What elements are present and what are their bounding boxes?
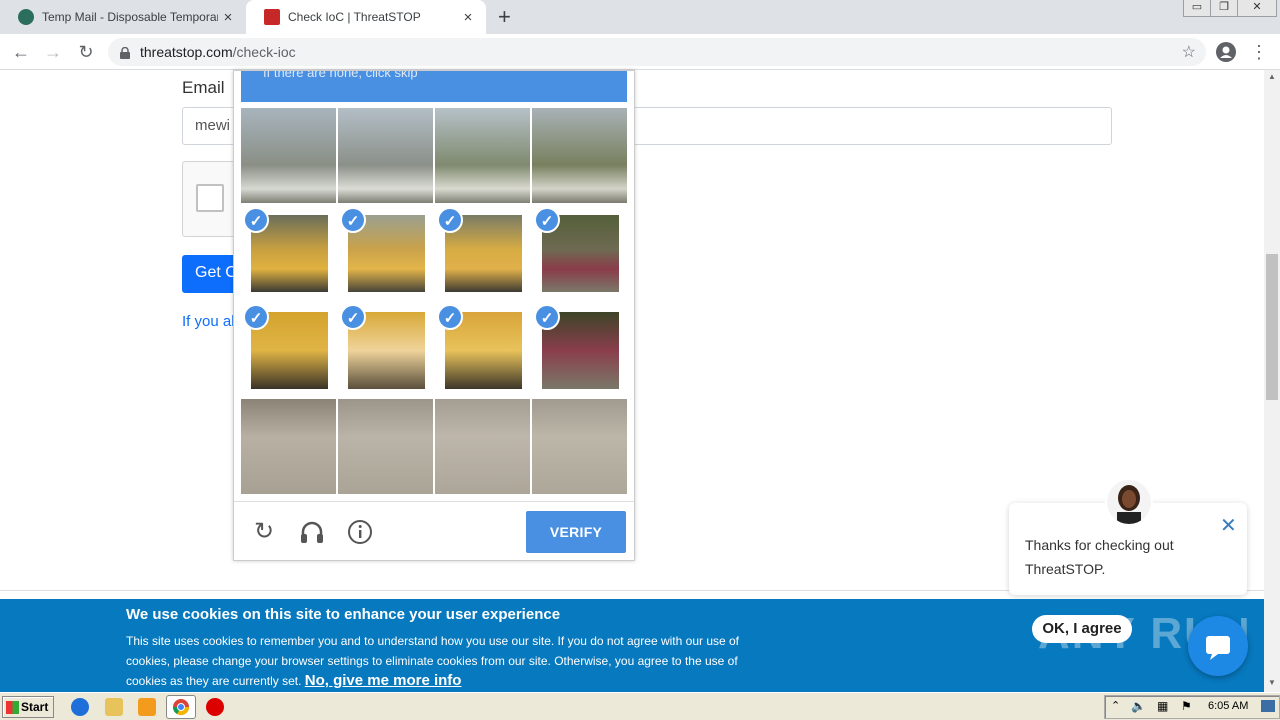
captcha-header: If there are none, click skip: [241, 71, 627, 102]
tab-bar: Temp Mail - Disposable Temporary E × Che…: [0, 0, 1280, 34]
captcha-tile-image: [241, 108, 336, 203]
lock-icon: [120, 46, 130, 59]
media-player-icon[interactable]: [138, 698, 156, 716]
checkmark-icon: ✓: [437, 304, 463, 330]
captcha-tile[interactable]: ✓: [241, 205, 336, 300]
tab-title: Check IoC | ThreatSTOP: [288, 10, 421, 24]
captcha-tile[interactable]: ✓: [435, 205, 530, 300]
tab-threatstop[interactable]: Check IoC | ThreatSTOP ×: [246, 0, 486, 34]
address-bar[interactable]: threatstop.com/check-ioc ☆: [108, 38, 1206, 66]
checkmark-icon: ✓: [340, 207, 366, 233]
captcha-challenge: If there are none, click skip ✓ ✓ ✓ ✓ ✓ ✓ ✓ ✓ ↻…: [233, 70, 635, 561]
windows-logo-icon: [6, 701, 19, 714]
browser-toolbar: ← → ↻ threatstop.com/check-ioc ☆ ⋮: [0, 34, 1280, 70]
captcha-tile[interactable]: [241, 108, 336, 203]
agree-button[interactable]: OK, I agree: [1032, 615, 1132, 643]
captcha-tile[interactable]: [241, 399, 336, 494]
captcha-instruction: If there are none, click skip: [263, 71, 418, 80]
cookie-body: This site uses cookies to remember you a…: [126, 632, 746, 692]
stop-icon[interactable]: [206, 698, 224, 716]
captcha-tile[interactable]: [435, 108, 530, 203]
captcha-tile[interactable]: ✓: [338, 302, 433, 397]
tab-close-icon[interactable]: ×: [218, 9, 238, 26]
checkmark-icon: ✓: [243, 304, 269, 330]
threatstop-icon: [264, 9, 280, 25]
scroll-up-icon[interactable]: ▲: [1264, 70, 1280, 84]
ie-icon[interactable]: [71, 698, 89, 716]
captcha-footer: ↻ VERIFY: [234, 501, 634, 561]
checkmark-icon: ✓: [534, 207, 560, 233]
bookmark-star-icon[interactable]: ☆: [1182, 42, 1196, 62]
verify-button[interactable]: VERIFY: [526, 511, 626, 553]
taskbar: Start ⌃ 🔈 ▦ ⚑ 6:05 AM: [0, 692, 1280, 720]
restore-button[interactable]: ❐: [1210, 0, 1238, 17]
tab-close-icon[interactable]: ×: [458, 9, 478, 26]
tempmail-icon: [18, 9, 34, 25]
back-icon[interactable]: ←: [9, 40, 33, 64]
page-scrollbar[interactable]: ▲ ▼: [1264, 70, 1280, 692]
captcha-tile[interactable]: [532, 108, 627, 203]
reload-icon[interactable]: ↻: [74, 40, 98, 64]
clock: 6:05 AM: [1208, 700, 1249, 712]
start-button[interactable]: Start: [2, 696, 54, 718]
captcha-tile-image: [532, 399, 627, 494]
captcha-tile[interactable]: ✓: [532, 302, 627, 397]
agent-avatar: [1105, 478, 1153, 526]
cookie-banner: We use cookies on this site to enhance y…: [0, 599, 1264, 692]
captcha-tile-image: [435, 399, 530, 494]
start-label: Start: [21, 700, 49, 714]
scroll-down-icon[interactable]: ▼: [1264, 676, 1280, 690]
flag-icon[interactable]: ⚑: [1181, 699, 1192, 713]
system-tray: ⌃ 🔈 ▦ ⚑: [1104, 695, 1280, 719]
captcha-tile-image: [338, 399, 433, 494]
close-window-button[interactable]: ✕: [1237, 0, 1277, 17]
tray-expand-icon[interactable]: ⌃: [1111, 699, 1120, 712]
checkmark-icon: ✓: [340, 304, 366, 330]
new-tab-button[interactable]: +: [498, 4, 511, 30]
tab-title: Temp Mail - Disposable Temporary E: [42, 10, 218, 24]
captcha-tile[interactable]: [532, 399, 627, 494]
profile-icon[interactable]: [1214, 40, 1238, 64]
info-icon[interactable]: [347, 519, 373, 545]
info-link[interactable]: If you al: [182, 313, 235, 330]
tab-temp-mail[interactable]: Temp Mail - Disposable Temporary E ×: [0, 0, 246, 34]
captcha-tile[interactable]: [338, 399, 433, 494]
desktop-icon[interactable]: [1261, 700, 1275, 712]
captcha-tile[interactable]: [338, 108, 433, 203]
captcha-tile-image: [241, 399, 336, 494]
captcha-grid: ✓ ✓ ✓ ✓ ✓ ✓ ✓ ✓: [241, 108, 629, 496]
checkmark-icon: ✓: [243, 207, 269, 233]
captcha-tile[interactable]: ✓: [338, 205, 433, 300]
chrome-taskbar-button[interactable]: [166, 695, 196, 719]
captcha-tile[interactable]: [435, 399, 530, 494]
chat-launcher-button[interactable]: [1188, 616, 1248, 676]
checkmark-icon: ✓: [437, 207, 463, 233]
recaptcha-checkbox[interactable]: [196, 184, 224, 212]
forward-icon[interactable]: →: [41, 40, 65, 64]
captcha-tile[interactable]: ✓: [532, 205, 627, 300]
captcha-tile[interactable]: ✓: [435, 302, 530, 397]
network-icon[interactable]: ▦: [1157, 699, 1168, 713]
menu-kebab-icon[interactable]: ⋮: [1247, 40, 1271, 64]
email-label: Email: [182, 78, 225, 97]
url-domain: threatstop.com: [140, 44, 233, 60]
headphones-icon[interactable]: [299, 519, 325, 545]
close-icon[interactable]: ✕: [1220, 513, 1237, 538]
more-info-link[interactable]: No, give me more info: [305, 672, 462, 689]
captcha-tile-image: [435, 108, 530, 203]
volume-icon[interactable]: 🔈: [1131, 699, 1146, 713]
captcha-tile-image: [532, 108, 627, 203]
minimize-button[interactable]: ▭: [1183, 0, 1211, 17]
folder-icon[interactable]: [105, 698, 123, 716]
refresh-icon[interactable]: ↻: [251, 519, 277, 545]
url-path: /check-ioc: [232, 44, 296, 60]
cookie-title: We use cookies on this site to enhance y…: [126, 606, 561, 623]
captcha-tile-image: [338, 108, 433, 203]
checkmark-icon: ✓: [534, 304, 560, 330]
scroll-thumb[interactable]: [1266, 254, 1278, 400]
captcha-tile[interactable]: ✓: [241, 302, 336, 397]
chat-message: Thanks for checking out ThreatSTOP.: [1025, 537, 1174, 577]
